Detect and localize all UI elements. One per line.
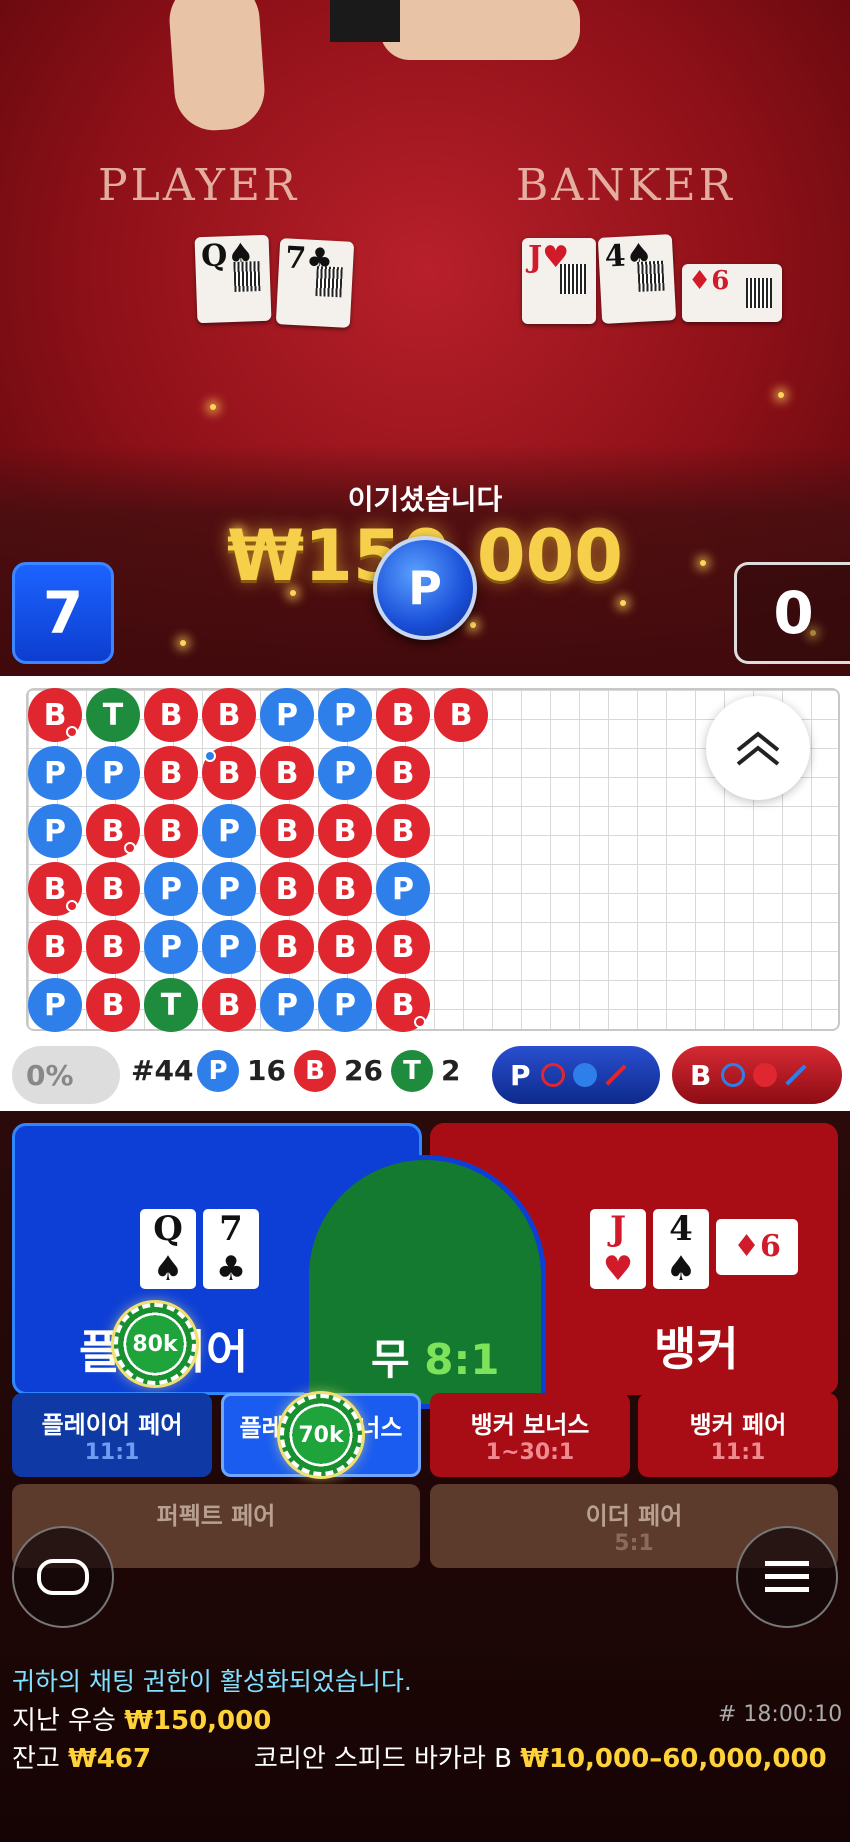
bead-player: P bbox=[318, 688, 372, 742]
win-title: 이기셨습니다 bbox=[347, 483, 503, 516]
bead-banker: B bbox=[28, 920, 82, 974]
bead-banker: B bbox=[86, 862, 140, 916]
bead-player: P bbox=[318, 978, 372, 1032]
banker-pair-dot bbox=[414, 1016, 426, 1028]
bead-banker: B bbox=[202, 978, 256, 1032]
bead-player: P bbox=[144, 920, 198, 974]
banker-bet-label: 뱅커 bbox=[654, 1322, 739, 1376]
last-win: 지난 우승 ₩150,000 bbox=[12, 1706, 272, 1736]
banker-card-6: ♦6 bbox=[716, 1219, 798, 1275]
table-card-4-spades: 4♠ bbox=[597, 234, 677, 324]
banker-score: 0 bbox=[734, 562, 850, 664]
banker-ask-button[interactable]: B bbox=[672, 1046, 842, 1104]
bead-player: P bbox=[318, 746, 372, 800]
bead-banker: B bbox=[202, 688, 256, 742]
slash-icon bbox=[604, 1064, 627, 1086]
bead-banker: B bbox=[144, 746, 198, 800]
player-count: 16 bbox=[247, 1054, 286, 1087]
banker-count-badge: B bbox=[294, 1050, 336, 1092]
bead-banker: B bbox=[318, 862, 372, 916]
player-bonus-chip: 70k bbox=[280, 1394, 362, 1476]
banker-pair-dot bbox=[66, 726, 78, 738]
bead-player: P bbox=[202, 862, 256, 916]
player-ask-button[interactable]: P bbox=[492, 1046, 660, 1104]
tie-count-badge: T bbox=[391, 1050, 433, 1092]
game-time: # 18:00:10 bbox=[718, 1702, 843, 1727]
balance: 잔고 ₩467 bbox=[12, 1744, 152, 1774]
expand-roadmap-button[interactable] bbox=[706, 696, 810, 800]
banker-card-4: 4 ♠ bbox=[653, 1209, 709, 1289]
bead-banker: B bbox=[86, 920, 140, 974]
table-card-6-diamonds: ♦6 bbox=[682, 264, 782, 322]
bead-banker: B bbox=[376, 746, 430, 800]
slash-icon bbox=[785, 1064, 807, 1086]
banker-count: 26 bbox=[344, 1054, 383, 1087]
table-card-j-hearts: J♥ bbox=[522, 238, 596, 324]
player-bet-chip: 80k bbox=[114, 1303, 196, 1385]
bead-banker: B bbox=[260, 746, 314, 800]
bead-player: P bbox=[28, 804, 82, 858]
prediction-percent[interactable]: 0% bbox=[12, 1046, 120, 1104]
round-number: #44 bbox=[131, 1054, 194, 1087]
player-pair-bet[interactable]: 플레이어 페어 11:1 bbox=[12, 1393, 212, 1477]
bead-player: P bbox=[260, 688, 314, 742]
hamburger-menu-icon bbox=[765, 1561, 809, 1592]
bead-player: P bbox=[28, 978, 82, 1032]
ring-icon bbox=[721, 1063, 746, 1087]
chat-bubble-icon bbox=[37, 1559, 89, 1595]
bead-banker: B bbox=[376, 920, 430, 974]
table-card-q-spades: Q♠ bbox=[194, 234, 272, 324]
bead-banker: B bbox=[144, 804, 198, 858]
player-card-7: 7 ♣ bbox=[203, 1209, 259, 1289]
bead-banker: B bbox=[376, 804, 430, 858]
player-pair-dot bbox=[204, 750, 216, 762]
dealer-right-hand bbox=[380, 0, 580, 60]
bead-banker: B bbox=[318, 920, 372, 974]
dealer-left-hand bbox=[166, 0, 268, 133]
bead-banker: B bbox=[86, 978, 140, 1032]
table-info: 코리안 스피드 바카라 B ₩10,000–60,000,000 bbox=[254, 1744, 827, 1774]
banker-pair-dot bbox=[124, 842, 136, 854]
stats-bar: 0% #44 P 16 B 26 T 2 P B bbox=[0, 1038, 850, 1111]
bead-tie: T bbox=[144, 978, 198, 1032]
bead-player: P bbox=[144, 862, 198, 916]
player-count-badge: P bbox=[197, 1050, 239, 1092]
dot-icon bbox=[572, 1063, 597, 1087]
bead-banker: B bbox=[260, 804, 314, 858]
winner-badge: P bbox=[373, 536, 477, 640]
bead-banker: B bbox=[376, 688, 430, 742]
bead-banker: B bbox=[144, 688, 198, 742]
double-chevron-up-icon bbox=[736, 731, 780, 766]
banker-bonus-bet[interactable]: 뱅커 보너스 1~30:1 bbox=[430, 1393, 630, 1477]
table-card-7-clubs: 7♣ bbox=[275, 238, 355, 328]
banker-pair-dot bbox=[66, 900, 78, 912]
bead-banker: B bbox=[260, 920, 314, 974]
banker-pair-bet[interactable]: 뱅커 페어 11:1 bbox=[638, 1393, 838, 1477]
bead-player: P bbox=[202, 920, 256, 974]
bead-player: P bbox=[260, 978, 314, 1032]
bead-player: P bbox=[28, 746, 82, 800]
tie-bet-spot[interactable]: 무 8:1 bbox=[304, 1155, 546, 1409]
bead-tie: T bbox=[86, 688, 140, 742]
player-card-q: Q ♠ bbox=[140, 1209, 196, 1289]
player-table-label: PLAYER bbox=[98, 160, 300, 211]
banker-ask-label: B bbox=[690, 1058, 712, 1092]
bead-player: P bbox=[86, 746, 140, 800]
chat-button[interactable] bbox=[12, 1526, 114, 1628]
player-score: 7 bbox=[12, 562, 114, 664]
tie-count: 2 bbox=[441, 1054, 461, 1087]
banker-table-label: BANKER bbox=[516, 160, 735, 211]
bead-banker: B bbox=[434, 688, 488, 742]
bead-banker: B bbox=[318, 804, 372, 858]
tie-bet-label: 무 8:1 bbox=[371, 1335, 500, 1384]
player-ask-label: P bbox=[510, 1058, 531, 1092]
banker-card-j: J ♥ bbox=[590, 1209, 646, 1289]
chat-notice: 귀하의 채팅 권한이 활성화되었습니다. bbox=[12, 1667, 412, 1696]
ring-icon bbox=[540, 1063, 565, 1087]
bead-player: P bbox=[376, 862, 430, 916]
menu-button[interactable] bbox=[736, 1526, 838, 1628]
bead-player: P bbox=[202, 804, 256, 858]
dot-icon bbox=[753, 1063, 778, 1087]
bead-banker: B bbox=[260, 862, 314, 916]
